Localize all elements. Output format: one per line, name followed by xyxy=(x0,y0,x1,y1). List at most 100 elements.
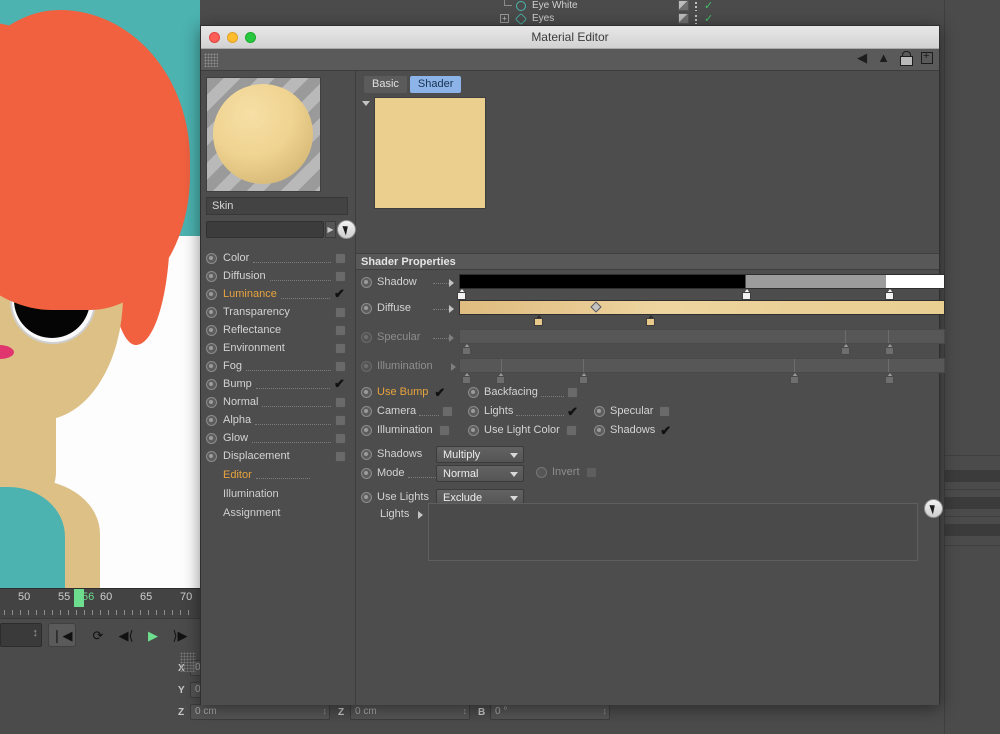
checkbox-shadows[interactable]: Shadows ✔ xyxy=(594,424,684,437)
channel-checkbox-checked[interactable]: ✔ xyxy=(334,287,348,300)
checkbox-camera[interactable]: Camera xyxy=(361,405,453,417)
sub-item-assignment[interactable]: Assignment xyxy=(201,503,356,522)
gradient-row-diffuse[interactable]: Diffuse xyxy=(361,300,945,326)
visibility-check-icon[interactable]: ✓ xyxy=(704,12,713,25)
option-radio-icon[interactable] xyxy=(361,405,372,417)
option-radio-icon[interactable] xyxy=(361,386,372,398)
shader-color-preview[interactable] xyxy=(374,97,486,209)
position-z-field[interactable]: 0 cm xyxy=(190,704,330,720)
channel-radio-icon[interactable] xyxy=(206,324,217,336)
material-editor-window[interactable]: Material Editor ◀ ▲ Skin ▶ xyxy=(200,25,945,705)
channel-row-luminance[interactable]: Luminance ✔ xyxy=(201,285,356,303)
rotation-b-field[interactable]: 0 ° xyxy=(490,704,610,720)
shadow-gradient-bar[interactable] xyxy=(459,274,945,289)
close-button[interactable] xyxy=(209,32,220,43)
panel-grip-icon[interactable] xyxy=(180,652,196,672)
object-tags[interactable]: ✓ xyxy=(678,13,736,25)
sub-item-editor[interactable]: Editor xyxy=(201,465,356,484)
gradient-radio-icon[interactable] xyxy=(361,302,372,314)
gradient-knob[interactable] xyxy=(841,344,851,355)
loop-button[interactable]: ⟳ xyxy=(84,623,112,647)
gradient-row-specular[interactable]: Specular xyxy=(361,329,945,355)
illumination-gradient-knobs[interactable] xyxy=(459,373,945,384)
specular-gradient-knobs[interactable] xyxy=(459,344,945,355)
diffuse-gradient-bar[interactable] xyxy=(459,300,945,315)
option-radio-icon[interactable] xyxy=(536,466,547,478)
expand-arrow-icon[interactable] xyxy=(451,363,456,371)
checkbox-backfacing[interactable]: Backfacing xyxy=(468,386,578,398)
checkbox-illumination[interactable]: Illumination xyxy=(361,424,453,436)
gradient-radio-icon[interactable] xyxy=(361,331,372,343)
sub-item-illumination[interactable]: Illumination xyxy=(201,484,356,503)
channel-checkbox[interactable] xyxy=(335,414,346,426)
channel-row-alpha[interactable]: Alpha xyxy=(201,411,356,429)
checkbox-box[interactable] xyxy=(659,405,671,417)
channel-row-color[interactable]: Color xyxy=(201,249,356,267)
channel-radio-icon[interactable] xyxy=(206,396,217,408)
channel-row-normal[interactable]: Normal xyxy=(201,393,356,411)
channel-row-bump[interactable]: Bump ✔ xyxy=(201,375,356,393)
channel-search-row[interactable]: ▶ xyxy=(206,220,356,241)
lock-icon[interactable] xyxy=(900,51,913,66)
option-radio-icon[interactable] xyxy=(361,424,372,436)
channel-radio-icon[interactable] xyxy=(206,378,217,390)
option-radio-icon[interactable] xyxy=(468,424,479,436)
chevron-down-icon[interactable] xyxy=(362,101,370,106)
checkbox-checked-icon[interactable]: ✔ xyxy=(434,386,445,399)
checkbox-box[interactable] xyxy=(565,424,577,436)
size-z-field[interactable]: 0 cm xyxy=(350,704,470,720)
option-radio-icon[interactable] xyxy=(361,467,372,479)
tab-shader[interactable]: Shader xyxy=(409,76,462,93)
channel-radio-icon[interactable] xyxy=(206,288,217,300)
option-radio-icon[interactable] xyxy=(361,448,372,460)
picker-button[interactable] xyxy=(337,220,356,239)
animation-transport-bar[interactable]: ❘◀ ⟳ ◀⟨ ▶ ⟩▶ xyxy=(0,618,200,650)
channel-row-environment[interactable]: Environment xyxy=(201,339,356,357)
play-button[interactable]: ▶ xyxy=(139,623,167,647)
checkbox-box[interactable] xyxy=(438,424,450,436)
step-back-button[interactable]: ◀⟨ xyxy=(112,623,140,647)
frame-stepper[interactable] xyxy=(0,623,42,647)
shadow-gradient-knobs[interactable] xyxy=(457,289,945,300)
gradient-radio-icon[interactable] xyxy=(361,360,372,372)
option-radio-icon[interactable] xyxy=(594,424,605,436)
channel-checkbox[interactable] xyxy=(335,342,346,354)
specular-gradient-bar[interactable] xyxy=(459,329,945,344)
new-window-icon[interactable] xyxy=(921,50,933,64)
object-tags[interactable]: ✓ xyxy=(678,0,736,12)
search-input[interactable] xyxy=(206,221,324,238)
zoom-button[interactable] xyxy=(245,32,256,43)
gradient-row-shadow[interactable]: Shadow xyxy=(361,274,945,300)
checkbox-specular[interactable]: Specular xyxy=(594,405,684,417)
dropdown-row-mode[interactable]: Mode xyxy=(361,467,439,479)
mode-dropdown[interactable]: Normal xyxy=(436,465,524,482)
channel-checkbox[interactable] xyxy=(335,324,346,336)
checkbox-checked-icon[interactable]: ✔ xyxy=(660,424,671,437)
gradient-knob[interactable] xyxy=(578,373,588,384)
gradient-knob[interactable] xyxy=(885,373,895,384)
dropdown-row-use-lights[interactable]: Use Lights xyxy=(361,491,429,503)
tab-bar[interactable]: Basic Shader xyxy=(364,76,462,93)
channel-checkbox[interactable] xyxy=(335,396,346,408)
channel-checkbox[interactable] xyxy=(335,306,346,318)
window-titlebar[interactable]: Material Editor xyxy=(201,26,939,49)
gradient-knob[interactable] xyxy=(790,373,800,384)
channel-radio-icon[interactable] xyxy=(206,414,217,426)
go-to-start-button[interactable]: ❘◀ xyxy=(48,623,76,647)
channel-radio-icon[interactable] xyxy=(206,432,217,444)
traffic-lights[interactable] xyxy=(209,32,256,43)
lights-picker-button[interactable] xyxy=(924,499,943,518)
coordinate-row-z[interactable]: Z 0 cm Z 0 cm B 0 ° xyxy=(170,704,610,723)
visibility-check-icon[interactable]: ✓ xyxy=(704,0,713,12)
window-toolbar[interactable]: ◀ ▲ xyxy=(201,49,939,71)
lights-list-box[interactable] xyxy=(428,503,918,561)
gradient-radio-icon[interactable] xyxy=(361,276,372,288)
gradient-knob[interactable] xyxy=(457,289,467,300)
channel-radio-icon[interactable] xyxy=(206,450,217,462)
gradient-knob[interactable] xyxy=(496,373,506,384)
back-arrow-icon[interactable]: ◀ xyxy=(857,51,867,64)
channel-radio-icon[interactable] xyxy=(206,306,217,318)
option-radio-icon[interactable] xyxy=(468,405,479,417)
channel-list[interactable]: Color Diffusion Luminance ✔ Transparency… xyxy=(201,249,356,522)
diffuse-gradient-knobs[interactable] xyxy=(459,315,945,326)
